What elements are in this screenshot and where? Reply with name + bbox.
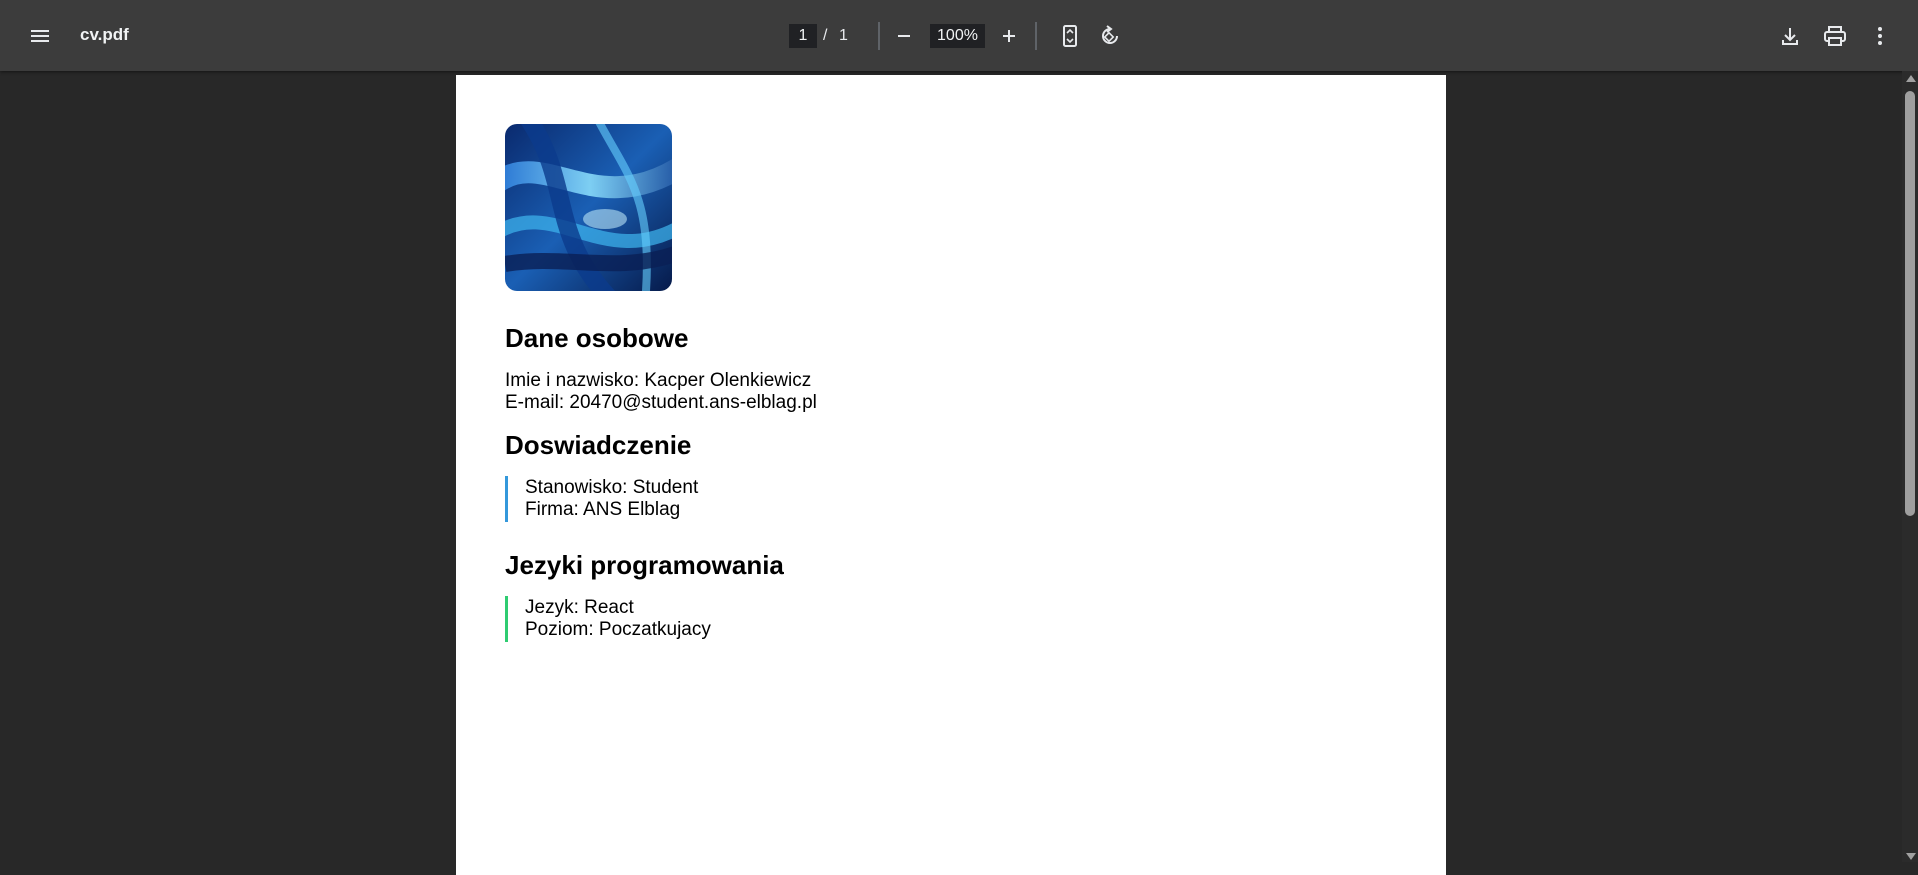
- section-title-experience: Doswiadczenie: [505, 430, 692, 460]
- section-title-languages: Jezyki programowania: [505, 550, 784, 580]
- rotate-icon[interactable]: [1090, 16, 1130, 56]
- print-icon[interactable]: [1815, 16, 1855, 56]
- document-title: cv.pdf: [80, 25, 129, 44]
- language-level: Poziom: Poczatkujacy: [525, 619, 711, 640]
- experience-position: Stanowisko: Student: [525, 477, 699, 498]
- pdf-page: Dane osobowe Imie i nazwisko: Kacper Ole…: [456, 75, 1446, 875]
- more-vert-icon[interactable]: [1860, 16, 1900, 56]
- section-title-personal: Dane osobowe: [505, 323, 689, 353]
- personal-email: E-mail: 20470@student.ans-elblag.pl: [505, 392, 817, 413]
- language-entry: Jezyk: React Poziom: Poczatkujacy: [505, 596, 908, 642]
- pdf-toolbar: cv.pdf / 1: [0, 0, 1918, 71]
- plus-icon[interactable]: [989, 16, 1029, 56]
- scrollbar-thumb[interactable]: [1905, 91, 1915, 516]
- toolbar-divider: [1035, 22, 1037, 50]
- page-total: 1: [839, 27, 848, 44]
- toolbar-divider: [878, 22, 880, 50]
- zoom-input[interactable]: [930, 24, 985, 48]
- experience-entry: Stanowisko: Student Firma: ANS Elblag: [505, 476, 908, 522]
- page-separator: /: [823, 27, 828, 44]
- download-icon[interactable]: [1770, 16, 1810, 56]
- vertical-scrollbar[interactable]: [1902, 71, 1918, 862]
- minus-icon[interactable]: [884, 16, 924, 56]
- experience-company: Firma: ANS Elblag: [525, 499, 681, 520]
- personal-name: Imie i nazwisko: Kacper Olenkiewicz: [505, 370, 812, 391]
- scroll-up-arrow-icon[interactable]: [1906, 75, 1916, 82]
- scroll-down-arrow-icon[interactable]: [1906, 853, 1916, 860]
- language-name: Jezyk: React: [525, 597, 634, 618]
- page-number-input[interactable]: [789, 24, 817, 48]
- menu-icon[interactable]: [20, 16, 60, 56]
- profile-photo: [505, 124, 672, 291]
- fit-to-page-icon[interactable]: [1050, 16, 1090, 56]
